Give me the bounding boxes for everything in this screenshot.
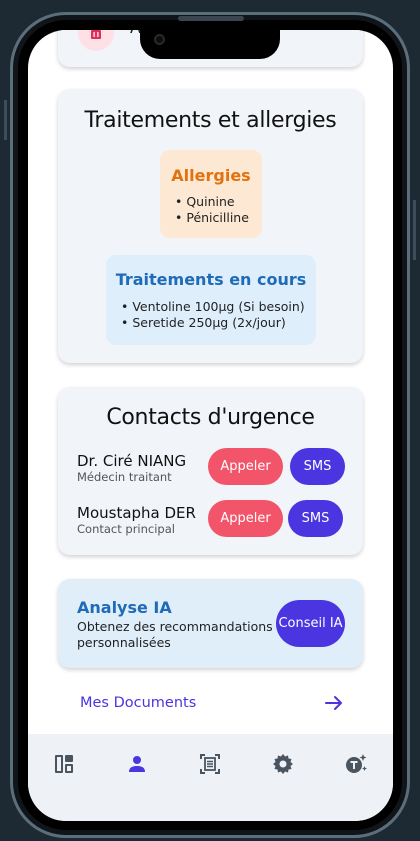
app-screen: A Traitements et allergies Allergies • Q…	[28, 30, 393, 821]
contact-name: Moustapha DER	[77, 504, 196, 522]
treatments-allergies-card: Traitements et allergies Allergies • Qui…	[58, 89, 363, 363]
allergies-box: Allergies • Quinine • Pénicilline	[160, 150, 262, 238]
gear-icon[interactable]	[271, 752, 295, 776]
side-button	[4, 100, 7, 140]
current-treatments-title: Traitements en cours	[115, 270, 307, 289]
bottom-nav	[28, 734, 393, 821]
side-button	[413, 200, 416, 260]
card-title: Contacts d'urgence	[106, 405, 315, 430]
allergies-list: • Quinine • Pénicilline	[175, 194, 249, 226]
allergy-item: • Pénicilline	[175, 210, 249, 225]
person-icon[interactable]	[125, 752, 149, 776]
document-scan-icon[interactable]	[198, 752, 222, 776]
ai-analysis-description: Obtenez des recommandations personnalisé…	[77, 619, 273, 650]
speaker-grille	[178, 16, 244, 21]
allergies-title: Allergies	[171, 166, 251, 185]
sms-button[interactable]: SMS	[290, 448, 345, 485]
call-button[interactable]: Appeler	[208, 500, 283, 537]
my-documents-link[interactable]: Mes Documents	[58, 690, 363, 718]
contact-role: Contact principal	[77, 522, 175, 536]
current-treatments-box: Traitements en cours • Ventoline 100µg (…	[106, 255, 316, 345]
ai-analysis-title: Analyse IA	[77, 598, 172, 617]
sms-button[interactable]: SMS	[288, 500, 343, 537]
treatment-item: • Seretide 250µg (2x/jour)	[121, 315, 286, 330]
treatment-item: • Ventoline 100µg (Si besoin)	[121, 299, 305, 314]
contact-role: Médecin traitant	[77, 470, 172, 484]
contact-name: Dr. Ciré NIANG	[77, 452, 187, 470]
call-button[interactable]: Appeler	[208, 448, 283, 485]
trash-icon[interactable]	[78, 30, 114, 51]
treatments-list: • Ventoline 100µg (Si besoin) • Seretide…	[121, 299, 305, 331]
dashboard-icon[interactable]	[52, 752, 76, 776]
front-camera	[154, 34, 165, 45]
card-title: Traitements et allergies	[84, 108, 337, 133]
arrow-right-icon	[323, 692, 345, 718]
emergency-contacts-card: Contacts d'urgence Dr. Ciré NIANG Médeci…	[58, 387, 363, 555]
ai-assistant-icon[interactable]	[344, 752, 368, 776]
ai-analysis-card: Analyse IA Obtenez des recommandations p…	[58, 579, 363, 668]
ai-advice-button[interactable]: Conseil IA	[276, 600, 345, 647]
allergy-item: • Quinine	[175, 194, 235, 209]
my-documents-label: Mes Documents	[80, 695, 197, 711]
